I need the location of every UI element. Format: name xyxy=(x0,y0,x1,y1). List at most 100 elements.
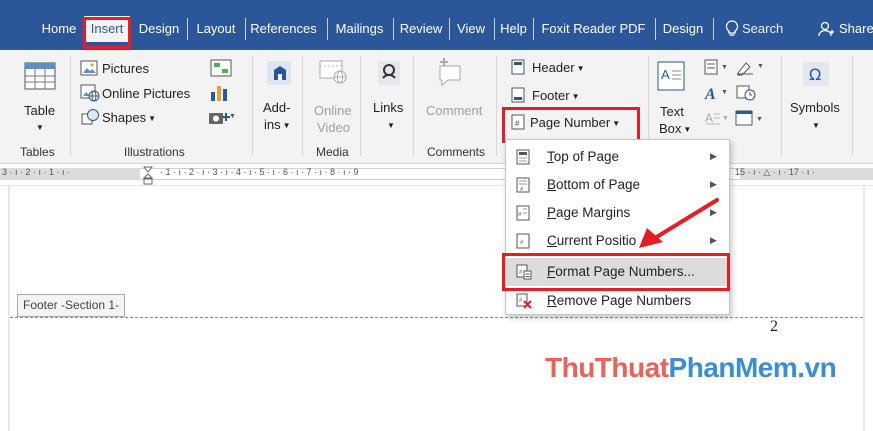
chevron-down-icon: ▼ xyxy=(387,121,395,130)
accel-key: P xyxy=(547,205,557,220)
chevron-down-icon: ▼ xyxy=(812,121,820,130)
tab-insert[interactable]: Insert xyxy=(84,16,130,42)
page-number-button[interactable]: Page Number ▼ xyxy=(530,115,620,132)
menu-item-top-of-page[interactable]: Top of Page ▶ xyxy=(506,143,729,171)
header-button[interactable]: Header ▼ xyxy=(532,60,585,77)
pictures-icon xyxy=(80,60,98,81)
tab-design-contextual[interactable]: Design xyxy=(657,16,709,42)
pictures-button[interactable]: Pictures xyxy=(102,61,149,77)
ruler-right-ticks: 15 · ı · △ · ı · 17 · ı · xyxy=(735,167,815,177)
page-number-label: Page Number xyxy=(530,115,611,130)
svg-text:▼: ▼ xyxy=(229,113,235,120)
tab-references[interactable]: References xyxy=(247,16,320,42)
text-box-button-line2[interactable]: Box ▼ xyxy=(659,121,691,138)
document-area[interactable] xyxy=(0,186,873,431)
text-box-button[interactable]: Text xyxy=(660,104,684,120)
ribbon-insert: Table ▼ Tables Pictures Online Pictures … xyxy=(0,50,873,164)
svg-text:Ω: Ω xyxy=(809,65,821,84)
menu-item-text: age Margins xyxy=(556,205,631,220)
menu-item-text: op of Page xyxy=(553,149,620,164)
text-box-label: Box xyxy=(659,121,682,136)
tab-design[interactable]: Design xyxy=(134,16,184,42)
signature-line-icon: ▼ xyxy=(735,58,765,81)
header-label: Header xyxy=(532,60,575,75)
menu-item-text: emove Page Numbers xyxy=(556,293,692,308)
menu-item-text: ottom of Page xyxy=(556,177,641,192)
chevron-down-icon: ▼ xyxy=(148,113,157,123)
tab-mailings[interactable]: Mailings xyxy=(329,16,390,42)
symbols-button[interactable]: Symbols xyxy=(790,100,840,116)
indent-marker-icon[interactable] xyxy=(142,166,154,188)
svg-text:A: A xyxy=(705,111,713,125)
tab-foxit-reader-pdf[interactable]: Foxit Reader PDF xyxy=(535,16,652,42)
group-divider xyxy=(252,56,253,156)
watermark-part3: .vn xyxy=(797,352,837,383)
menu-item-format-page-numbers[interactable]: # Format Page Numbers... xyxy=(506,258,729,286)
group-divider xyxy=(70,56,71,156)
shapes-label: Shapes xyxy=(102,110,147,125)
menu-item-label: Page Margins xyxy=(547,205,630,220)
new-comment-icon xyxy=(436,56,466,93)
menu-item-label: Current Positio xyxy=(547,233,636,248)
chevron-down-icon: ▼ xyxy=(36,123,44,132)
group-label-media: Media xyxy=(316,145,349,159)
svg-text:▼: ▼ xyxy=(721,89,728,96)
page-edge-right xyxy=(863,186,865,431)
screenshot-icon: ▼ xyxy=(207,108,236,131)
links-button[interactable]: Links xyxy=(373,100,403,116)
menu-item-remove-page-numbers[interactable]: # Remove Page Numbers xyxy=(506,287,729,315)
format-page-numbers-icon: # xyxy=(516,264,532,280)
menu-item-label: Bottom of Page xyxy=(547,177,640,192)
smartart-icon xyxy=(210,59,232,82)
tab-separator xyxy=(713,18,714,40)
table-button[interactable]: Table xyxy=(24,103,55,119)
menu-item-text: ormat Page Numbers... xyxy=(555,264,695,279)
tell-me-search[interactable]: Search xyxy=(742,16,792,42)
object-icon: ▼ xyxy=(735,109,765,132)
accel-key: B xyxy=(547,177,557,192)
drop-cap-icon: A ▼ xyxy=(704,109,730,132)
group-label-illustrations: Illustrations xyxy=(124,145,185,159)
comment-button[interactable]: Comment xyxy=(426,103,482,119)
tab-layout[interactable]: Layout xyxy=(189,16,243,42)
tab-help[interactable]: Help xyxy=(496,16,531,42)
ruler-mid-ticks: · 1 · ı · 2 · ı · 3 · ı · 4 · ı · 5 · ı … xyxy=(160,167,359,177)
add-ins-button[interactable]: Add- xyxy=(263,100,290,116)
tab-separator xyxy=(449,18,450,40)
submenu-arrow-icon: ▶ xyxy=(710,179,717,189)
store-icon xyxy=(266,60,292,91)
shapes-button[interactable]: Shapes ▼ xyxy=(102,110,156,127)
svg-text:▼: ▼ xyxy=(721,64,728,71)
tab-review[interactable]: Review xyxy=(395,16,447,42)
online-pictures-button[interactable]: Online Pictures xyxy=(102,86,190,102)
footer-section-tag: Footer -Section 1- xyxy=(17,294,126,317)
group-divider xyxy=(360,56,361,156)
horizontal-ruler[interactable]: 3 · ı · 2 · ı · 1 · ı · · 1 · ı · 2 · ı … xyxy=(0,164,873,186)
svg-text:▼: ▼ xyxy=(757,63,764,70)
add-ins-button-line2[interactable]: ins ▼ xyxy=(264,117,291,134)
tab-separator xyxy=(393,18,394,40)
online-video-button[interactable]: Online xyxy=(314,103,352,119)
menu-item-label: Top of Page xyxy=(547,149,619,164)
submenu-arrow-icon: ▶ xyxy=(710,151,717,161)
top-of-page-icon xyxy=(516,149,530,165)
footer-page-number[interactable]: 2 xyxy=(770,318,778,336)
group-label-comments: Comments xyxy=(427,145,486,159)
tab-home[interactable]: Home xyxy=(35,16,83,42)
tab-separator xyxy=(327,18,328,40)
menu-item-bottom-of-page[interactable]: # Bottom of Page ▶ xyxy=(506,171,729,199)
links-icon xyxy=(377,60,401,91)
text-box-icon: A xyxy=(657,61,685,96)
footer-label: Footer xyxy=(532,88,570,103)
ribbon-tab-bar: Home Insert Design Layout References Mai… xyxy=(0,0,873,50)
group-divider xyxy=(781,56,782,156)
group-label-tables: Tables xyxy=(20,145,55,159)
quick-parts-icon: ▼ xyxy=(704,59,730,80)
online-video-icon xyxy=(319,58,349,91)
tab-view[interactable]: View xyxy=(451,16,491,42)
footer-button[interactable]: Footer ▼ xyxy=(532,88,580,105)
online-video-button-line2[interactable]: Video xyxy=(317,120,350,136)
page-margins-icon: # xyxy=(516,205,530,221)
share-button[interactable]: Share xyxy=(839,16,873,42)
watermark-logo: ThuThuatPhanMem.vn xyxy=(545,352,837,384)
